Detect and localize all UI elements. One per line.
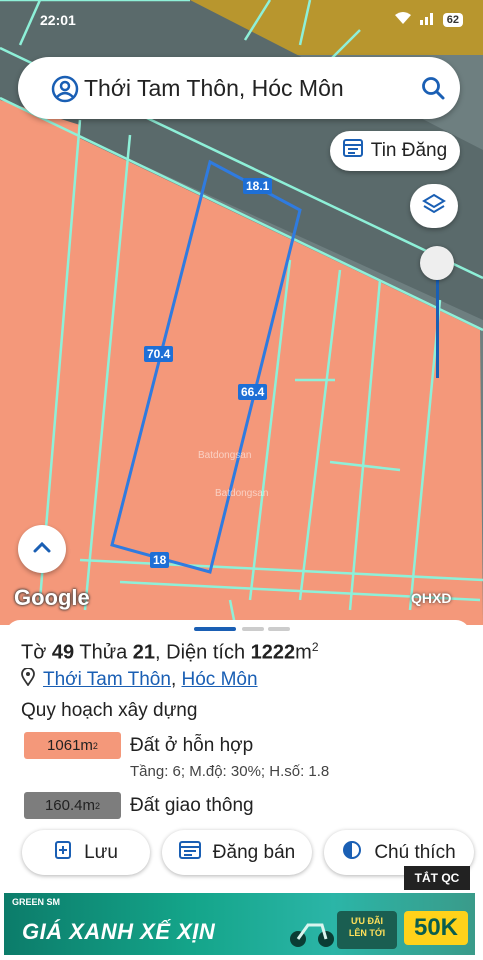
measure-right: 66.4 bbox=[238, 384, 268, 400]
status-bar: 22:01 62 bbox=[0, 8, 483, 34]
zone-unit: m bbox=[80, 737, 93, 754]
zone-area: 1061 bbox=[47, 737, 81, 754]
close-ad-button[interactable]: TẮT QC bbox=[404, 866, 470, 890]
area-prefix: , Diện tích bbox=[155, 641, 246, 664]
parcel-number: 21 bbox=[132, 641, 156, 664]
tin-dang-label: Tin Đăng bbox=[370, 140, 448, 161]
contrast-icon bbox=[342, 840, 362, 866]
zone-label-residential: Đất ở hỗn hợp bbox=[130, 735, 254, 756]
chevron-up-icon bbox=[32, 540, 52, 559]
district-link[interactable]: Hóc Môn bbox=[182, 669, 258, 690]
account-icon[interactable] bbox=[51, 75, 79, 108]
battery-level: 62 bbox=[442, 12, 463, 27]
sheet-handle-dot-2 bbox=[268, 627, 290, 631]
ad-brand: GREEN SM bbox=[12, 897, 61, 907]
wifi-icon bbox=[393, 10, 413, 29]
tin-dang-button[interactable]: Tin Đăng bbox=[330, 131, 460, 171]
area-unit: m bbox=[295, 641, 312, 664]
sheet-number: 49 bbox=[51, 641, 75, 664]
listing-form-icon bbox=[178, 840, 201, 865]
slider-track bbox=[436, 266, 439, 378]
ad-motorbike-graphic bbox=[286, 905, 336, 954]
sheet-prefix: Tờ bbox=[21, 641, 47, 664]
opacity-slider[interactable] bbox=[420, 246, 454, 386]
watermark-2: Batdongsan bbox=[215, 488, 269, 499]
parcel-info-sheet[interactable]: Tờ 49 Thửa 21, Diện tích 1222m2 Thới Tam… bbox=[6, 620, 474, 892]
ad-headline: GIÁ XANH XẾ XỊN bbox=[22, 919, 216, 944]
zone-chip-traffic: 160.4 m 2 bbox=[24, 792, 121, 819]
measure-bottom: 18 bbox=[150, 552, 170, 568]
save-label: Lưu bbox=[84, 841, 118, 863]
watermark: Batdongsan bbox=[198, 450, 252, 461]
measure-left: 70.4 bbox=[144, 346, 174, 362]
zone-unit-sup: 2 bbox=[92, 740, 98, 751]
map-view[interactable]: Batdongsan Batdongsan 18.1 70.4 66.4 18 … bbox=[0, 0, 483, 625]
zone-unit-sup-2: 2 bbox=[95, 800, 101, 811]
slider-handle[interactable] bbox=[420, 246, 454, 280]
layers-button[interactable] bbox=[410, 184, 458, 228]
area-unit-sup: 2 bbox=[311, 640, 319, 654]
ad-deal-line1: ƯU ĐÃI bbox=[351, 916, 383, 926]
ad-deal-line2: LÊN TỚI bbox=[348, 928, 386, 938]
parcel-prefix: Thửa bbox=[79, 641, 128, 664]
area-value: 1222 bbox=[250, 641, 296, 664]
save-button[interactable]: Lưu bbox=[22, 830, 150, 875]
bookmark-add-icon bbox=[54, 840, 72, 866]
zone-unit-2: m bbox=[82, 797, 96, 814]
layers-icon bbox=[422, 192, 446, 221]
post-sale-label: Đăng bán bbox=[212, 841, 296, 863]
location-row: Thới Tam Thôn, Hóc Môn bbox=[21, 667, 258, 692]
map-mode-label: QHXD bbox=[411, 590, 452, 606]
zone-label-traffic: Đất giao thông bbox=[130, 795, 254, 816]
legend-label: Chú thích bbox=[374, 841, 456, 863]
zone-chip-residential: 1061 m 2 bbox=[24, 732, 121, 759]
search-icon[interactable] bbox=[420, 75, 446, 106]
search-input[interactable]: Thới Tam Thôn, Hóc Môn bbox=[84, 75, 344, 102]
google-logo: Google bbox=[14, 585, 90, 610]
zone-area-2: 160.4 bbox=[44, 797, 83, 814]
ward-link[interactable]: Thới Tam Thôn bbox=[43, 669, 171, 690]
expand-up-button[interactable] bbox=[18, 525, 66, 573]
measure-top: 18.1 bbox=[243, 178, 273, 194]
signal-icon bbox=[419, 10, 437, 29]
zone-detail: Tầng: 6; M.độ: 30%; H.số: 1.8 bbox=[130, 763, 330, 780]
ad-banner[interactable]: GREEN SM GIÁ XANH XẾ XỊN ƯU ĐÃI LÊN TỚI … bbox=[4, 893, 475, 955]
ad-deal-badge: ƯU ĐÃI LÊN TỚI bbox=[337, 911, 397, 949]
status-time: 22:01 bbox=[40, 12, 76, 28]
listing-icon bbox=[342, 139, 363, 163]
location-separator: , bbox=[170, 669, 182, 690]
sheet-handle-dot bbox=[242, 627, 264, 631]
parcel-title: Tờ 49 Thửa 21, Diện tích 1222m2 bbox=[21, 640, 319, 665]
location-pin-icon bbox=[21, 667, 35, 692]
post-sale-button[interactable]: Đăng bán bbox=[162, 830, 312, 875]
ad-amount: 50K bbox=[404, 911, 468, 945]
search-bar[interactable]: Thới Tam Thôn, Hóc Môn bbox=[18, 57, 460, 119]
sheet-handle-active[interactable] bbox=[194, 627, 236, 631]
section-title: Quy hoạch xây dựng bbox=[21, 700, 198, 721]
